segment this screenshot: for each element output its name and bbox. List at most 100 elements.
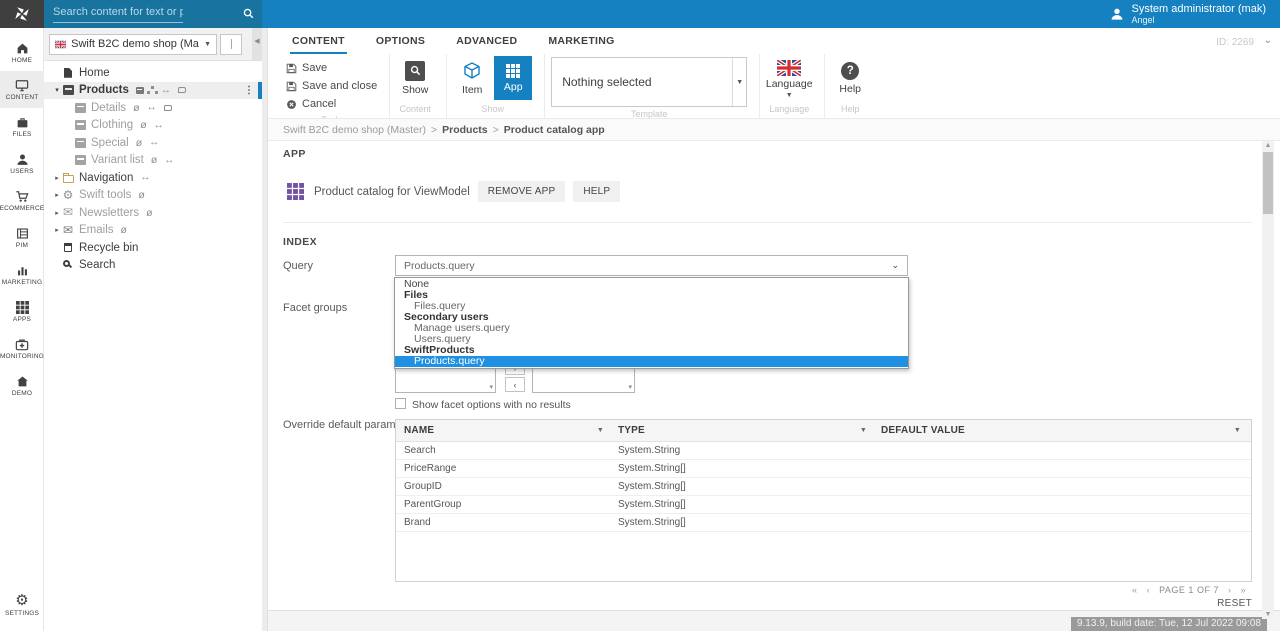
first-page-button[interactable]: « — [1132, 585, 1138, 595]
chevron-down-icon[interactable]: ▼ — [732, 58, 746, 106]
tree-node-icon — [62, 224, 74, 236]
show-facet-options-checkbox[interactable] — [395, 398, 406, 409]
table-row[interactable]: ParentGroup System.String[] — [396, 496, 1251, 514]
column-header-default[interactable]: DEFAULT VALUE ▼ — [881, 425, 1251, 436]
tree-node[interactable]: Recycle bin — [44, 239, 262, 257]
help-button[interactable]: ? Help — [831, 56, 869, 100]
rail-item-users[interactable]: USERS — [0, 145, 44, 182]
app-section-heading: APP — [283, 148, 306, 160]
ribbon-collapse-icon[interactable]: ⌄ — [1264, 35, 1272, 46]
tree-node-badge-icon — [164, 105, 172, 111]
column-header-type[interactable]: TYPE ▼ — [618, 425, 881, 436]
filter-chevron-icon[interactable]: ▼ — [1234, 427, 1241, 434]
table-row[interactable]: GroupID System.String[] — [396, 478, 1251, 496]
rail-item-settings[interactable]: ⚙ SETTINGS — [0, 586, 44, 623]
tab-options[interactable]: OPTIONS — [374, 29, 427, 54]
cart-icon — [15, 190, 29, 203]
template-select[interactable]: Nothing selected ▼ — [551, 57, 747, 107]
rail-item-files[interactable]: FILES — [0, 108, 44, 145]
tree-node[interactable]: Search — [44, 257, 262, 275]
expand-arrow-icon[interactable] — [52, 209, 62, 217]
remove-app-button[interactable]: REMOVE APP — [478, 181, 566, 202]
parameters-table-body: Search System.String PriceRange System.S… — [396, 442, 1251, 532]
tab-advanced[interactable]: ADVANCED — [454, 29, 519, 54]
tree-node[interactable]: Navigation — [44, 169, 262, 187]
cancel-button[interactable]: Cancel — [286, 97, 336, 111]
tree-node[interactable]: Details — [44, 99, 262, 117]
show-button[interactable]: Show — [396, 56, 434, 100]
tree-node-label: Special — [91, 137, 129, 149]
tree-node[interactable]: Emails — [44, 222, 262, 240]
rail-item-ecommerce[interactable]: ECOMMERCE — [0, 182, 44, 219]
prev-page-button[interactable]: ‹ — [1147, 585, 1151, 595]
dropdown-option[interactable]: Manage users.query — [395, 323, 908, 334]
global-search[interactable]: Search content for text or page id — [44, 0, 262, 28]
rail-item-pim[interactable]: PIM — [0, 219, 44, 256]
expand-arrow-icon[interactable] — [52, 86, 62, 94]
table-row[interactable]: Brand System.String[] — [396, 514, 1251, 532]
cube-icon — [462, 61, 482, 81]
site-selector-row: Swift B2C demo shop (Master) ▼ ◀ — [44, 28, 262, 61]
tree-node[interactable]: Home — [44, 64, 262, 82]
param-type-cell: System.String[] — [618, 517, 881, 528]
filter-chevron-icon[interactable]: ▼ — [597, 427, 604, 434]
rail-item-marketing[interactable]: MARKETING — [0, 256, 44, 293]
next-page-button[interactable]: › — [1228, 585, 1232, 595]
panel-collapse-button[interactable]: ◀ — [252, 28, 262, 61]
table-row[interactable]: Search System.String — [396, 442, 1251, 460]
breadcrumb-parent[interactable]: Products — [442, 124, 488, 136]
dynamicweb-logo[interactable] — [0, 0, 44, 28]
ribbon-group-help: ? Help Help — [828, 54, 881, 118]
vertical-scrollbar[interactable]: ▲ ▼ — [1262, 141, 1274, 619]
expand-arrow-icon[interactable] — [52, 226, 62, 234]
table-row[interactable]: PriceRange System.String[] — [396, 460, 1251, 478]
tree-node[interactable]: Newsletters — [44, 204, 262, 222]
scroll-down-icon[interactable]: ▼ — [1262, 611, 1274, 618]
last-page-button[interactable]: » — [1240, 585, 1246, 595]
rail-item-content[interactable]: CONTENT — [0, 71, 44, 108]
search-input[interactable]: Search content for text or page id — [53, 6, 183, 23]
tree-node[interactable]: Special — [44, 134, 262, 152]
column-header-name[interactable]: NAME ▼ — [396, 425, 618, 436]
rail-item-monitoring[interactable]: MONITORING — [0, 330, 44, 367]
help-button-small[interactable]: HELP — [573, 181, 620, 202]
pim-icon — [16, 227, 29, 240]
rail-item-demo[interactable]: DEMO — [0, 367, 44, 404]
tree-node[interactable]: Products — [44, 82, 262, 100]
dropdown-option[interactable]: Files — [395, 290, 908, 301]
tree-node-label: Home — [79, 67, 110, 79]
expand-arrow-icon[interactable] — [52, 191, 62, 199]
parameters-table-header: NAME ▼ TYPE ▼ DEFAULT VALUE ▼ — [396, 420, 1251, 442]
language-button[interactable]: Language ▼ — [766, 56, 812, 102]
rail-item-home[interactable]: HOME — [0, 34, 44, 71]
tree-node[interactable]: Variant list — [44, 152, 262, 170]
tree-node[interactable]: Clothing — [44, 117, 262, 135]
node-menu-icon[interactable] — [244, 85, 254, 96]
dropdown-option[interactable]: None — [395, 279, 908, 290]
group-label-help: Help — [831, 102, 869, 118]
scrollbar-thumb[interactable] — [1263, 152, 1273, 214]
dropdown-option[interactable]: Products.query — [395, 356, 908, 367]
filter-chevron-icon[interactable]: ▼ — [860, 427, 867, 434]
breadcrumb-separator: > — [431, 124, 437, 136]
tree-node-icon — [62, 242, 74, 254]
user-menu[interactable]: System administrator (mak) Angel — [1110, 0, 1280, 28]
query-select[interactable]: Products.query ⌄ — [395, 255, 908, 276]
move-left-button[interactable]: ‹ — [505, 377, 525, 392]
tree-options-button[interactable] — [220, 34, 242, 55]
tree-node[interactable]: Swift tools — [44, 187, 262, 205]
site-selector[interactable]: Swift B2C demo shop (Master) ▼ — [49, 34, 217, 55]
scroll-up-icon[interactable]: ▲ — [1262, 142, 1274, 149]
search-icon[interactable] — [242, 7, 255, 25]
breadcrumb-root[interactable]: Swift B2C demo shop (Master) — [283, 124, 426, 136]
tree-node-badge-icon — [178, 87, 186, 93]
save-and-close-button[interactable]: Save and close — [286, 79, 377, 93]
tab-content[interactable]: CONTENT — [290, 29, 347, 54]
item-button[interactable]: Item — [453, 56, 491, 100]
breadcrumb-current: Product catalog app — [504, 124, 605, 136]
tab-marketing[interactable]: MARKETING — [546, 29, 616, 54]
rail-item-apps[interactable]: APPS — [0, 293, 44, 330]
save-button[interactable]: Save — [286, 61, 327, 75]
expand-arrow-icon[interactable] — [52, 174, 62, 182]
app-button[interactable]: App — [494, 56, 532, 100]
